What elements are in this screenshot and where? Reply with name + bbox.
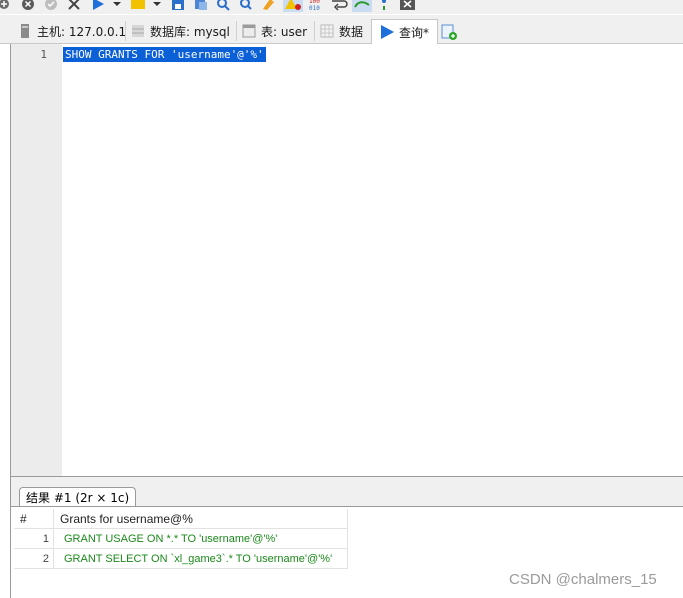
tab-database[interactable]: 数据库: mysql (131, 19, 230, 43)
binary-icon[interactable]: 100 010 (307, 0, 327, 12)
tab-separator (236, 21, 237, 41)
line-number-gutter: 1 (11, 44, 62, 476)
run-dropdown-icon[interactable] (112, 0, 122, 12)
result-tab[interactable]: 结果 #1 (2r × 1c) (19, 487, 137, 507)
tab-separator (314, 21, 315, 41)
tab-data[interactable]: 数据 (320, 19, 363, 43)
column-header-row-number[interactable]: # (14, 509, 54, 529)
add-icon[interactable] (0, 0, 10, 12)
toolbar: 100 010 (0, 0, 683, 14)
data-grid-icon (320, 24, 334, 38)
grant-cell[interactable]: GRANT USAGE ON *.* TO 'username'@'%' (54, 529, 348, 549)
tab-query-label: 查询* (399, 25, 430, 40)
folder-icon[interactable] (130, 0, 146, 12)
selected-query-text[interactable]: SHOW GRANTS FOR 'username'@'%' (63, 47, 266, 62)
grant-cell[interactable]: GRANT SELECT ON `xl_game3`.* TO 'usernam… (54, 549, 348, 569)
run-icon[interactable] (90, 0, 106, 12)
tab-host[interactable]: 主机: 127.0.0.1 (18, 19, 126, 43)
table-row[interactable]: 2 GRANT SELECT ON `xl_game3`.* TO 'usern… (14, 549, 348, 569)
svg-text:010: 010 (309, 5, 320, 12)
column-header-grants[interactable]: Grants for username@% (54, 509, 348, 529)
folder-dropdown-icon[interactable] (152, 0, 162, 12)
server-icon (18, 24, 32, 38)
tab-data-label: 数据 (339, 24, 364, 39)
check-icon[interactable] (43, 0, 59, 12)
wrap-icon[interactable] (330, 0, 348, 12)
tab-query[interactable]: 查询* (371, 19, 439, 44)
tab-database-label: 数据库: mysql (150, 24, 230, 39)
tab-table-label: 表: user (261, 24, 308, 39)
format-icon[interactable] (352, 0, 372, 12)
close-window-icon[interactable] (399, 0, 417, 12)
warning-icon[interactable] (283, 0, 303, 12)
line-number: 1 (40, 48, 47, 61)
replace-icon[interactable] (238, 0, 254, 12)
table-icon (242, 24, 256, 38)
play-icon (380, 25, 394, 39)
sql-editor[interactable]: 1 SHOW GRANTS FOR 'username'@'%' (10, 44, 683, 477)
semicolon-icon[interactable] (378, 0, 390, 12)
new-tab-icon (441, 24, 457, 40)
database-icon (131, 24, 145, 38)
tab-host-label: 主机: 127.0.0.1 (37, 24, 127, 39)
save-icon[interactable] (170, 0, 186, 12)
save-as-icon[interactable] (193, 0, 209, 12)
grid-header: # Grants for username@% (14, 509, 348, 529)
search-icon[interactable] (215, 0, 231, 12)
cancel-icon[interactable] (66, 0, 82, 12)
tab-table[interactable]: 表: user (242, 19, 307, 43)
new-query-tab-button[interactable] (441, 19, 457, 43)
tab-separator (125, 21, 126, 41)
tab-bar: 主机: 127.0.0.1 数据库: mysql 表: user 数据 查询* (0, 15, 683, 44)
watermark: CSDN @chalmers_15 (509, 571, 657, 588)
clear-icon[interactable] (260, 0, 276, 12)
table-row[interactable]: 1 GRANT USAGE ON *.* TO 'username'@'%' (14, 529, 348, 549)
row-number: 2 (14, 549, 54, 569)
row-number: 1 (14, 529, 54, 549)
stop-icon[interactable] (21, 0, 35, 12)
